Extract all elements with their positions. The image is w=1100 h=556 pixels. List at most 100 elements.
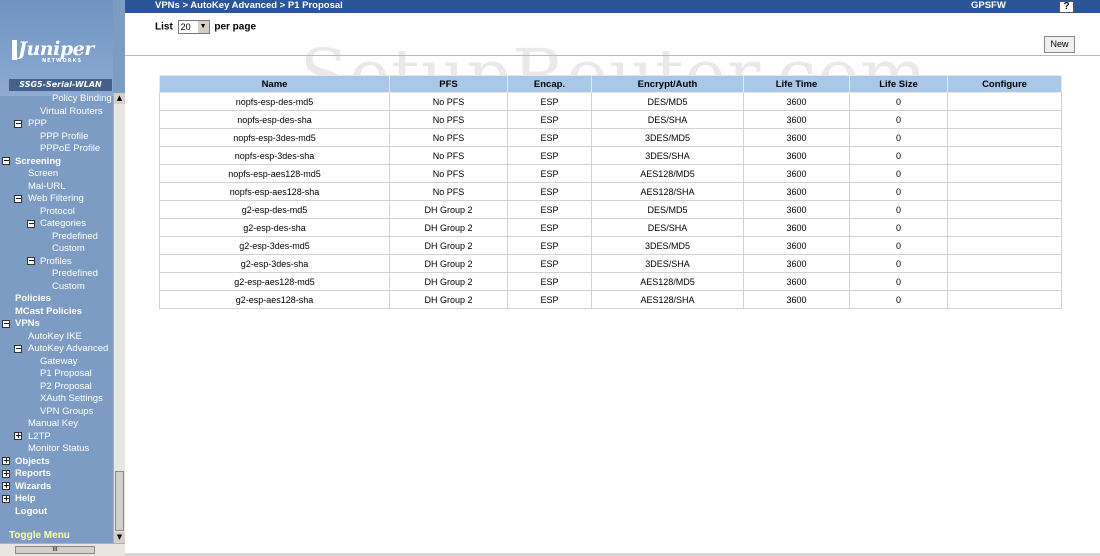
cell-configure[interactable] (947, 236, 1062, 255)
cell-configure[interactable] (947, 164, 1062, 183)
cell-configure[interactable] (947, 254, 1062, 273)
logo-subtext: NETWORKS (42, 58, 83, 64)
sidebar-item-predefined[interactable]: Predefined (52, 268, 98, 280)
collapse-toggle-icon[interactable]: − (27, 257, 35, 265)
cell-name: g2-esp-3des-sha (159, 254, 390, 273)
column-header-life-time[interactable]: Life Time (743, 75, 850, 93)
sidebar-item-virtual-routers[interactable]: Virtual Routers (40, 106, 103, 118)
sidebar-item-l2tp[interactable]: L2TP (28, 431, 51, 443)
sidebar-item-pppoe-profile[interactable]: PPPoE Profile (40, 143, 100, 155)
sidebar-item-predefined[interactable]: Predefined (52, 231, 98, 243)
sidebar-item-protocol[interactable]: Protocol (40, 206, 75, 218)
sidebar-item-profiles[interactable]: Profiles (40, 256, 72, 268)
cell-configure[interactable] (947, 200, 1062, 219)
p1-proposals-table: Name PFS Encap. Encrypt/Auth Life Time L… (159, 75, 1062, 309)
sidebar-item-reports[interactable]: Reports (15, 468, 51, 480)
sidebar-item-ppp-profile[interactable]: PPP Profile (40, 131, 88, 143)
sidebar-item-vpns[interactable]: VPNs (15, 318, 40, 330)
scroll-thumb[interactable] (115, 471, 124, 531)
table-row: nopfs-esp-aes128-sha No PFS ESP AES128/SHA 3… (159, 182, 1062, 201)
cell-configure[interactable] (947, 182, 1062, 201)
expand-toggle-icon[interactable]: + (2, 469, 10, 478)
cell-encrypt-auth: AES128/MD5 (591, 272, 744, 291)
sidebar-item-xauth-settings[interactable]: XAuth Settings (40, 393, 103, 405)
cell-configure[interactable] (947, 290, 1062, 309)
hostname: GPSFW (971, 0, 1006, 11)
cell-configure[interactable] (947, 272, 1062, 291)
collapse-toggle-icon[interactable]: − (2, 157, 10, 165)
cell-life-time: 3600 (743, 128, 850, 147)
cell-pfs: DH Group 2 (389, 272, 508, 291)
expand-toggle-icon[interactable]: + (2, 482, 10, 490)
cell-configure[interactable] (947, 110, 1062, 129)
cell-encap: ESP (507, 128, 592, 147)
sidebar-scrollbar[interactable]: ▲ E ▼ (113, 93, 125, 549)
breadcrumb: VPNs > AutoKey Advanced > P1 Proposal (155, 0, 343, 11)
sidebar-item-ppp[interactable]: PPP (28, 118, 47, 130)
cell-pfs: DH Group 2 (389, 254, 508, 273)
column-header-encap[interactable]: Encap. (507, 75, 592, 93)
cell-name: g2-esp-aes128-sha (159, 290, 390, 309)
expand-toggle-icon[interactable]: + (14, 432, 22, 440)
per-page-select[interactable]: 20 ▼ (177, 20, 210, 34)
sidebar-item-manual-key[interactable]: Manual Key (28, 418, 78, 430)
sidebar-item-autokey-ike[interactable]: AutoKey IKE (28, 331, 82, 343)
sidebar-item-objects[interactable]: Objects (15, 456, 50, 468)
sidebar-item-custom[interactable]: Custom (52, 281, 85, 293)
cell-encrypt-auth: 3DES/SHA (591, 146, 744, 165)
cell-pfs: No PFS (389, 128, 508, 147)
column-header-life-size[interactable]: Life Size (849, 75, 948, 93)
toggle-menu-link[interactable]: Toggle Menu (0, 530, 113, 543)
cell-life-size: 0 (849, 200, 948, 219)
cell-configure[interactable] (947, 128, 1062, 147)
column-header-configure: Configure (947, 75, 1062, 93)
cell-name: nopfs-esp-aes128-sha (159, 182, 390, 201)
hscroll-thumb[interactable]: III (15, 546, 95, 554)
sidebar-item-logout[interactable]: Logout (15, 506, 47, 518)
sidebar-item-p2-proposal[interactable]: P2 Proposal (40, 381, 92, 393)
cell-life-size: 0 (849, 236, 948, 255)
cell-pfs: No PFS (389, 110, 508, 129)
table-row: nopfs-esp-des-md5 No PFS ESP DES/MD5 3600 0 (159, 92, 1062, 111)
sidebar-item-autokey-advanced[interactable]: AutoKey Advanced (28, 343, 108, 355)
cell-life-size: 0 (849, 164, 948, 183)
sidebar-item-gateway[interactable]: Gateway (40, 356, 78, 368)
cell-life-size: 0 (849, 146, 948, 165)
sidebar-item-categories[interactable]: Categories (40, 218, 86, 230)
sidebar-item-p1-proposal[interactable]: P1 Proposal (40, 368, 92, 380)
sidebar-item-screen[interactable]: Screen (28, 168, 58, 180)
collapse-toggle-icon[interactable]: − (14, 344, 22, 353)
cell-configure[interactable] (947, 146, 1062, 165)
expand-toggle-icon[interactable]: + (2, 457, 10, 465)
cell-configure[interactable] (947, 218, 1062, 237)
collapse-toggle-icon[interactable]: − (27, 219, 35, 228)
table-row: nopfs-esp-3des-sha No PFS ESP 3DES/SHA 3600 0 (159, 146, 1062, 165)
sidebar-item-policy-binding[interactable]: Policy Binding (52, 93, 112, 105)
sidebar-item-mal-url[interactable]: Mal-URL (28, 181, 65, 193)
column-header-pfs[interactable]: PFS (389, 75, 508, 93)
sidebar-item-vpn-groups[interactable]: VPN Groups (40, 406, 93, 418)
sidebar-item-wizards[interactable]: Wizards (15, 481, 51, 493)
sidebar-item-screening[interactable]: Screening (15, 156, 61, 168)
juniper-logo: Juniper NETWORKS (12, 38, 110, 68)
scroll-down-arrow-icon[interactable]: ▼ (114, 532, 125, 543)
collapse-toggle-icon[interactable]: − (14, 194, 22, 203)
collapse-toggle-icon[interactable]: − (2, 319, 10, 328)
collapse-toggle-icon[interactable]: − (14, 119, 22, 128)
chevron-down-icon[interactable]: ▼ (197, 21, 209, 33)
sidebar-item-help[interactable]: Help (15, 493, 36, 505)
sidebar-item-web-filtering[interactable]: Web Filtering (28, 193, 84, 205)
new-proposal-button[interactable]: New (1044, 36, 1075, 53)
expand-toggle-icon[interactable]: + (2, 494, 10, 503)
scroll-up-arrow-icon[interactable]: ▲ (114, 93, 125, 104)
sidebar-item-monitor-status[interactable]: Monitor Status (28, 443, 89, 455)
sidebar-item-mcast-policies[interactable]: MCast Policies (15, 306, 82, 318)
column-header-name[interactable]: Name (159, 75, 390, 93)
column-header-encrypt-auth[interactable]: Encrypt/Auth (591, 75, 744, 93)
sidebar-item-custom[interactable]: Custom (52, 243, 85, 255)
cell-configure[interactable] (947, 92, 1062, 111)
help-button[interactable]: ? (1059, 1, 1074, 13)
cell-encrypt-auth: AES128/SHA (591, 290, 744, 309)
sidebar-hscrollbar[interactable]: III (0, 543, 125, 556)
sidebar-item-policies[interactable]: Policies (15, 293, 51, 305)
